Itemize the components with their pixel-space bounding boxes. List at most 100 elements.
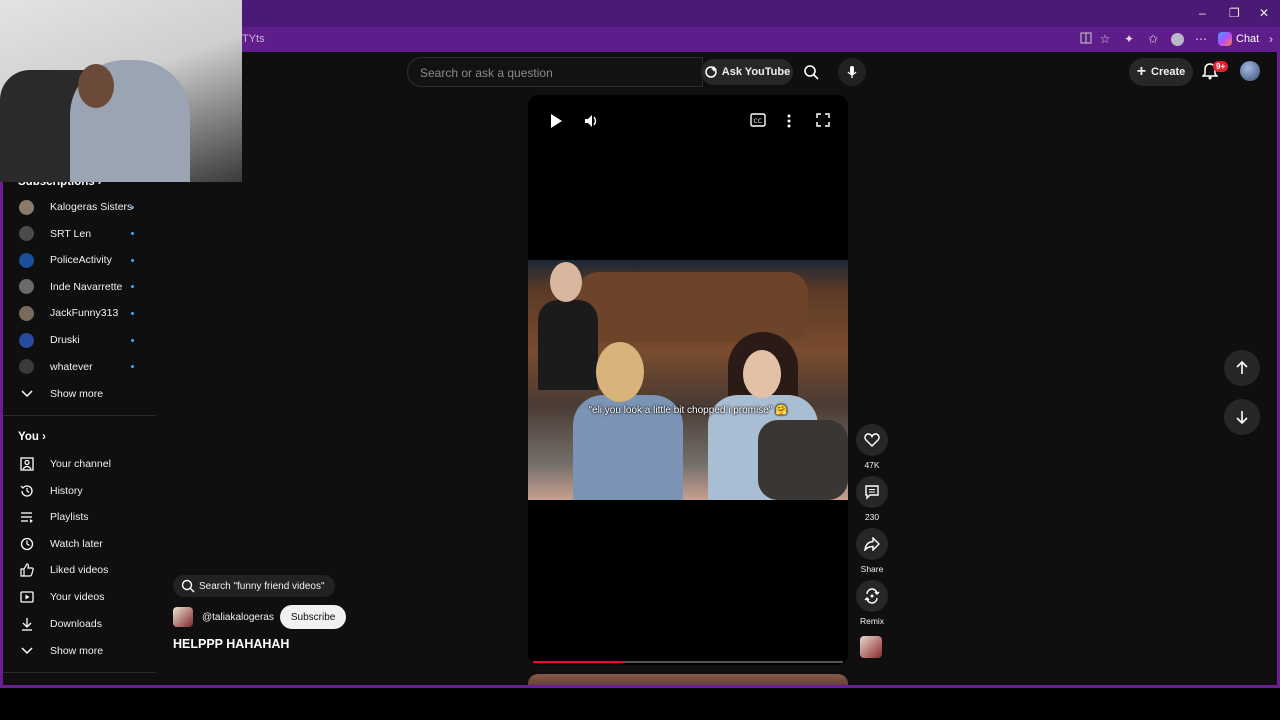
shorts-player[interactable]: CC "eli you look a little bit chopped i … — [528, 95, 848, 665]
sidebar-item-label: Playlists — [50, 511, 89, 524]
new-content-dot — [131, 285, 134, 289]
search-icon — [181, 579, 195, 596]
profile-icon[interactable] — [1171, 33, 1184, 46]
account-avatar[interactable] — [1240, 61, 1260, 81]
restore-button[interactable]: ❐ — [1229, 6, 1240, 20]
heart-icon — [864, 433, 880, 447]
sidebar-item-history[interactable]: History — [3, 478, 156, 504]
thumbs-up-icon — [19, 562, 35, 578]
sidebar-item-liked-videos[interactable]: Liked videos — [3, 557, 156, 583]
video-progress-bar[interactable] — [533, 661, 843, 663]
subscription-name: SRT Len — [50, 227, 92, 240]
minimize-button[interactable]: – — [1199, 6, 1206, 20]
channel-icon — [19, 456, 35, 472]
sidebar-subscription-item[interactable]: SRT Len — [3, 221, 156, 247]
sidebar-subscription-item[interactable]: JackFunny313 — [3, 300, 156, 326]
search-suggestion-text: Search "funny friend videos" — [199, 580, 325, 592]
video-frame: "eli you look a little bit chopped i pro… — [528, 260, 848, 500]
sidebar-item-downloads[interactable]: Downloads — [3, 611, 156, 637]
svg-text:CC: CC — [754, 118, 762, 125]
you-show-more[interactable]: Show more — [3, 638, 156, 664]
copilot-chat-button[interactable]: Chat — [1218, 32, 1259, 46]
search-button[interactable] — [797, 58, 825, 86]
arrow-up-icon — [1236, 361, 1248, 374]
sidebar-item-your-videos[interactable]: Your videos — [3, 584, 156, 610]
create-label: Create — [1151, 66, 1186, 78]
fullscreen-icon[interactable] — [816, 113, 830, 127]
sidebar-toggle-icon[interactable]: › — [1264, 32, 1278, 46]
sidebar-item-playlists[interactable]: Playlists — [3, 504, 156, 530]
like-button[interactable]: 47K — [855, 424, 889, 470]
remix-button[interactable]: Remix — [855, 580, 889, 626]
playlists-icon — [19, 509, 35, 525]
channel-avatar — [19, 279, 34, 295]
search-suggestion-pill[interactable]: Search "funny friend videos" — [173, 575, 335, 597]
share-icon — [864, 537, 880, 551]
chevron-down-icon — [19, 643, 35, 659]
previous-short-button[interactable] — [1224, 350, 1260, 386]
sidebar-subscription-item[interactable]: Kalogeras Sisters — [3, 194, 156, 220]
sidebar-subscription-item[interactable]: Druski — [3, 327, 156, 353]
video-caption: "eli you look a little bit chopped i pro… — [588, 405, 788, 416]
channel-avatar[interactable] — [173, 607, 193, 627]
ask-youtube-label: Ask YouTube — [721, 66, 791, 78]
search-input[interactable]: Search or ask a question — [407, 57, 703, 87]
channel-avatar — [19, 199, 34, 215]
webcam-person-head — [78, 64, 114, 108]
subscription-name: Druski — [50, 334, 80, 346]
next-short-button[interactable] — [1224, 399, 1260, 435]
favorites-icon[interactable]: ✩ — [1146, 32, 1160, 46]
subscribe-button[interactable]: Subscribe — [279, 605, 347, 629]
more-menu-icon[interactable]: ⋯ — [1194, 32, 1208, 46]
creator-thumbnail[interactable] — [860, 636, 882, 658]
play-icon[interactable] — [548, 113, 564, 129]
sidebar-subscription-item[interactable]: PoliceActivity — [3, 247, 156, 273]
search-icon — [804, 65, 819, 80]
sidebar-item-label: History — [50, 484, 83, 497]
volume-icon[interactable] — [584, 113, 600, 129]
create-button[interactable]: + Create — [1129, 58, 1193, 86]
copilot-icon — [1218, 32, 1232, 46]
channel-handle[interactable]: @taliakalogeras — [202, 612, 274, 623]
new-content-dot — [131, 338, 134, 342]
sidebar-divider — [3, 415, 156, 416]
ask-youtube-button[interactable]: Ask YouTube — [701, 59, 793, 85]
channel-avatar — [19, 305, 34, 321]
remix-icon — [864, 588, 880, 604]
video-progress-fill — [533, 661, 623, 663]
history-icon — [19, 483, 35, 499]
download-icon — [19, 616, 35, 632]
arrow-down-icon — [1236, 411, 1248, 424]
new-content-dot — [131, 205, 134, 209]
sidebar-divider — [3, 672, 156, 673]
new-content-dot — [131, 232, 134, 236]
captions-icon[interactable]: CC — [750, 113, 766, 127]
voice-search-button[interactable] — [838, 58, 866, 86]
subscriptions-show-more[interactable]: Show more — [3, 381, 156, 407]
microphone-icon — [847, 66, 857, 78]
extensions-icon[interactable]: ✦ — [1122, 32, 1136, 46]
subscription-name: Kalogeras Sisters — [50, 201, 133, 213]
person-right-face — [743, 350, 781, 398]
share-button[interactable]: Share — [855, 528, 889, 574]
couch — [578, 272, 808, 342]
sidebar-subscription-item[interactable]: whatever — [3, 354, 156, 380]
address-bar-text[interactable]: TYts — [242, 33, 265, 45]
sidebar-item-your-channel[interactable]: Your channel — [3, 451, 156, 477]
remix-label: Remix — [859, 616, 885, 626]
sidebar-subscription-item[interactable]: Inde Navarrette — [3, 274, 156, 300]
favorite-star-icon[interactable]: ☆ — [1098, 32, 1112, 46]
more-options-icon[interactable] — [786, 113, 792, 129]
you-heading[interactable]: You › — [18, 431, 46, 443]
video-icon — [19, 589, 35, 605]
next-short-preview[interactable] — [528, 674, 848, 685]
close-window-button[interactable]: ✕ — [1259, 6, 1269, 20]
sidebar-item-watch-later[interactable]: Watch later — [3, 531, 156, 557]
sidebar-item-label: Watch later — [50, 537, 103, 550]
split-screen-icon[interactable] — [1079, 32, 1093, 46]
subscription-name: JackFunny313 — [50, 307, 119, 320]
comments-button[interactable]: 230 — [855, 476, 889, 522]
comment-count: 230 — [864, 512, 880, 522]
webcam-overlay — [0, 0, 242, 182]
chevron-down-icon — [19, 386, 35, 402]
